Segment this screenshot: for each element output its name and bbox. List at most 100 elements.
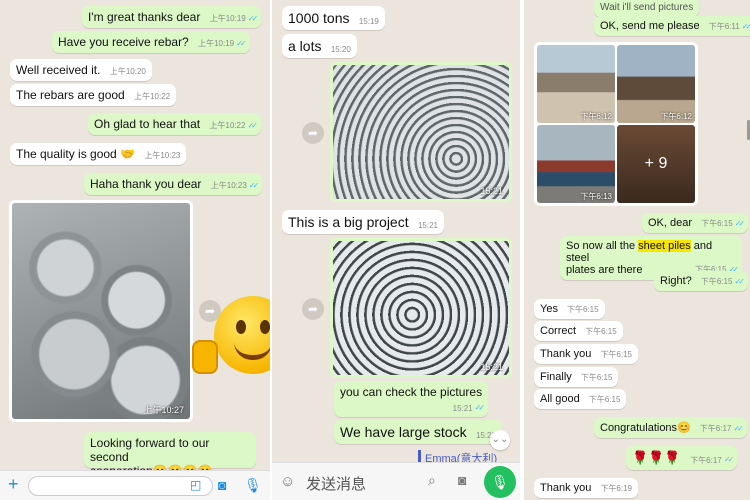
eye-icon [260, 320, 270, 334]
message-bubble[interactable]: This is a big project 15:21 [282, 210, 444, 234]
message-input[interactable]: 发送消息 [306, 473, 366, 494]
chat-panel-right: Wait i'll send pictures OK, send me plea… [522, 0, 750, 500]
album-photo[interactable]: 下午6:13 [537, 125, 615, 203]
album-photo[interactable]: 下午6:12 [617, 45, 695, 123]
message-bubble[interactable]: Looking forward to our second cooperatio… [84, 432, 256, 478]
message-time: 15:20 [330, 45, 351, 54]
photo-time: 下午6:12 [580, 112, 612, 121]
message-bubble[interactable]: Right? 下午6:15 ✓✓ [654, 271, 748, 291]
attach-icon[interactable]: ⌕ [428, 472, 436, 489]
photo-album[interactable]: 下午6:12 下午6:12 下午6:13 + 9 [534, 42, 698, 206]
message-time: 下午6:15 [600, 350, 633, 359]
read-ticks-icon: ✓✓ [733, 424, 744, 433]
message-bubble[interactable]: All good 下午6:15 [534, 389, 627, 409]
highlighted-text: sheet piles [638, 240, 691, 252]
album-photo[interactable]: 下午6:12 [537, 45, 615, 123]
message-bubble[interactable]: OK, send me please 下午6:11 ✓✓ [594, 16, 750, 36]
message-text: I'm great thanks dear [88, 10, 201, 24]
camera-icon[interactable]: ◙ [458, 472, 466, 488]
forward-icon[interactable]: ➦ [302, 298, 324, 320]
message-bubble[interactable]: you can check the pictures 15:21 ✓✓ [334, 381, 489, 417]
read-ticks-icon: ✓✓ [236, 39, 247, 48]
chat-panel-left: I'm great thanks dear 上午10:19 ✓✓ Have you… [0, 0, 270, 500]
forward-icon[interactable]: ➦ [302, 122, 324, 144]
photo-time: 15:21 [480, 362, 503, 372]
message-time: 下午6:15 [585, 327, 617, 336]
message-input[interactable] [28, 476, 213, 496]
emoji-icon[interactable]: ☺ [280, 473, 295, 490]
message-bubble[interactable]: Well received it. 上午10:20 [10, 59, 152, 81]
stainless-pipes-photo[interactable]: 15:21 [330, 238, 512, 378]
quoted-text: Wait i'll send pictures [600, 2, 694, 13]
message-bubble[interactable]: Finally 下午6:15 [534, 367, 619, 387]
pipe-photo[interactable]: 上午10:27 [9, 200, 193, 422]
read-ticks-icon: ✓✓ [734, 277, 745, 286]
read-ticks-icon: ✓✓ [723, 455, 735, 464]
thumb-icon [192, 340, 218, 374]
more-photos-count[interactable]: + 9 [617, 125, 695, 203]
message-bubble[interactable]: 1000 tons 15:19 [282, 6, 385, 30]
message-time: 下午6:15 [580, 373, 613, 382]
message-bubble[interactable]: The rebars are good 上午10:22 [10, 84, 177, 106]
message-bubble[interactable]: Correct 下午6:15 [534, 321, 623, 341]
message-bubble[interactable]: I'm great thanks dear 上午10:19 ✓✓ [82, 6, 262, 28]
message-time: 下午6:19 [600, 484, 633, 493]
sticker-icon[interactable]: ◰ [190, 478, 201, 492]
message-time: 下午6:11 [708, 22, 740, 31]
message-text: 1000 tons [288, 10, 350, 26]
message-time: 上午10:19 [209, 14, 246, 23]
microphone-icon[interactable]: 🎙 [244, 477, 262, 494]
plus-icon[interactable]: + [8, 474, 19, 495]
message-time: 上午10:23 [144, 151, 181, 160]
message-text: Well received it. [16, 63, 101, 77]
message-time: 下午6:15 [701, 219, 733, 228]
message-bubble[interactable]: OK, dear 下午6:15 ✓✓ [642, 213, 749, 233]
message-time: 上午10:22 [209, 121, 246, 130]
read-ticks-icon: ✓✓ [247, 121, 258, 130]
message-bubble[interactable]: Congratulations😊 下午6:17 ✓✓ [594, 417, 747, 438]
message-time: 下午6:15 [567, 305, 599, 314]
message-bubble[interactable]: Yes 下午6:15 [534, 299, 605, 319]
message-bubble[interactable]: Have you receive rebar? 上午10:19 ✓✓ [52, 31, 250, 53]
message-bubble[interactable]: a lots 15:20 [282, 34, 357, 58]
scroll-down-icon[interactable]: ⌄⌄ [490, 430, 510, 450]
message-text: Looking forward to our second [90, 436, 210, 464]
message-text: Correct [540, 325, 577, 337]
message-text: Thank you [540, 482, 592, 494]
message-text: The rebars are good [16, 88, 125, 102]
message-time: 上午10:20 [109, 67, 146, 76]
steel-pipes-photo[interactable]: 15:21 [330, 62, 512, 202]
message-text: 🌹🌹🌹 [632, 450, 681, 465]
message-text: OK, send me please [600, 20, 700, 32]
message-bubble[interactable]: Thank you 下午6:19 [534, 478, 639, 498]
message-text: This is a big project [288, 214, 409, 230]
message-time: 下午6:15 [700, 277, 733, 286]
message-bubble[interactable]: We have large stock 15:23 [334, 420, 502, 444]
message-text: Right? [660, 275, 692, 287]
message-text: So now all the [566, 240, 639, 252]
message-bubble[interactable]: Haha thank you dear 上午10:23 ✓✓ [84, 173, 263, 195]
message-bubble[interactable]: Oh glad to hear that 上午10:22 ✓✓ [88, 113, 261, 135]
microphone-button[interactable]: 🎙 [484, 466, 516, 498]
smiley-face-icon: 😊 [214, 296, 270, 374]
message-time: 15:19 [358, 17, 379, 26]
message-text: The quality is good 🤝 [16, 147, 136, 161]
message-text: Have you receive rebar? [58, 35, 189, 49]
message-time: 下午6:17 [699, 424, 732, 433]
message-time: 上午10:23 [210, 181, 247, 190]
message-text-line2: plates are there [566, 264, 643, 276]
message-text: We have large stock [340, 424, 467, 440]
read-ticks-icon: ✓✓ [741, 22, 750, 31]
read-ticks-icon: ✓✓ [474, 403, 486, 412]
message-bubble[interactable]: The quality is good 🤝 上午10:23 [10, 143, 187, 165]
read-ticks-icon: ✓✓ [248, 181, 260, 190]
message-text: Yes [540, 303, 558, 315]
message-time: 上午10:19 [198, 39, 235, 48]
message-text: Oh glad to hear that [94, 117, 201, 131]
message-bubble[interactable]: Thank you 下午6:15 [534, 344, 639, 364]
message-text: you can check the pictures [340, 385, 483, 399]
input-bar: ☺ 发送消息 ⌕ ◙ 🎙 [272, 462, 520, 500]
message-bubble[interactable]: 🌹🌹🌹 下午6:17 ✓✓ [626, 446, 738, 470]
message-time: 15:21 [417, 221, 438, 230]
camera-icon[interactable]: ◙ [218, 477, 226, 493]
